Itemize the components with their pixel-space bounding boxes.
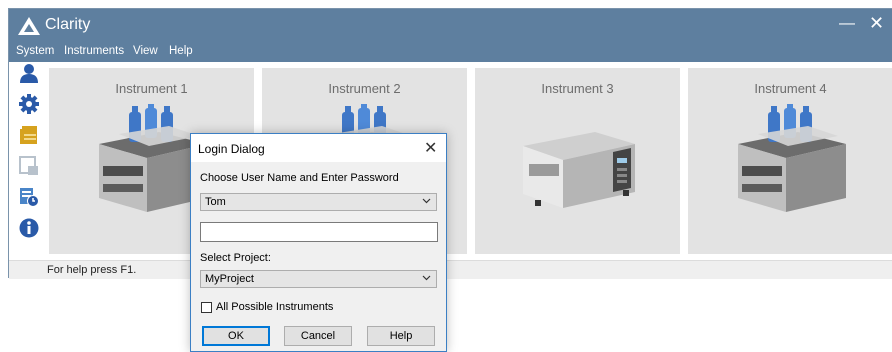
schedule-icon[interactable] [18, 186, 40, 208]
clarity-logo-icon [18, 17, 40, 35]
menu-instruments[interactable]: Instruments [64, 45, 124, 57]
lc-module-stack-icon [738, 104, 846, 212]
login-dialog: Login Dialog ✕ Choose User Name and Ente… [190, 133, 447, 352]
project-select[interactable]: MyProject [200, 270, 437, 288]
user-name-select[interactable]: Tom [200, 193, 437, 211]
cancel-button[interactable]: Cancel [284, 326, 352, 346]
folder-icon[interactable] [18, 124, 40, 146]
status-bar: For help press F1. [9, 260, 892, 279]
menu-system[interactable]: System [16, 45, 54, 57]
instruction-label: Choose User Name and Enter Password [200, 172, 399, 184]
menu-help[interactable]: Help [169, 45, 193, 57]
close-window-button[interactable]: ✕ [869, 13, 884, 34]
sidebar [9, 62, 47, 278]
chevron-down-icon [422, 275, 431, 281]
dialog-title: Login Dialog [198, 142, 265, 156]
info-icon[interactable] [18, 217, 40, 239]
project-label: Select Project: [200, 252, 271, 264]
gc-oven-icon [523, 132, 635, 208]
instrument-label: Instrument 3 [541, 81, 614, 96]
instrument-panel-4[interactable]: Instrument 4 [688, 68, 892, 254]
minimize-button[interactable]: — [839, 15, 855, 33]
chevron-down-icon [422, 198, 431, 204]
user-name-value: Tom [205, 196, 226, 208]
help-button[interactable]: Help [367, 326, 435, 346]
report-icon [18, 155, 40, 177]
menu-view[interactable]: View [133, 45, 158, 57]
menu-bar: System Instruments View Help [9, 43, 892, 62]
dialog-title-bar: Login Dialog ✕ [191, 134, 446, 162]
dialog-close-button[interactable]: ✕ [424, 138, 437, 158]
gear-icon[interactable] [18, 93, 40, 115]
password-field[interactable] [200, 222, 438, 242]
all-instruments-label[interactable]: All Possible Instruments [216, 301, 333, 313]
instrument-panel-3[interactable]: Instrument 3 [475, 68, 680, 254]
title-bar: Clarity — ✕ [9, 9, 892, 43]
status-text: For help press F1. [47, 264, 137, 276]
project-value: MyProject [205, 273, 254, 285]
instrument-label: Instrument 4 [754, 81, 827, 96]
all-instruments-checkbox[interactable] [201, 302, 212, 313]
ok-button[interactable]: OK [202, 326, 270, 346]
clarity-main-window: Clarity — ✕ System Instruments View Help [8, 8, 892, 279]
app-title: Clarity [45, 16, 91, 33]
user-icon[interactable] [18, 62, 40, 84]
instrument-label: Instrument 2 [328, 81, 401, 96]
instrument-label: Instrument 1 [115, 81, 188, 96]
